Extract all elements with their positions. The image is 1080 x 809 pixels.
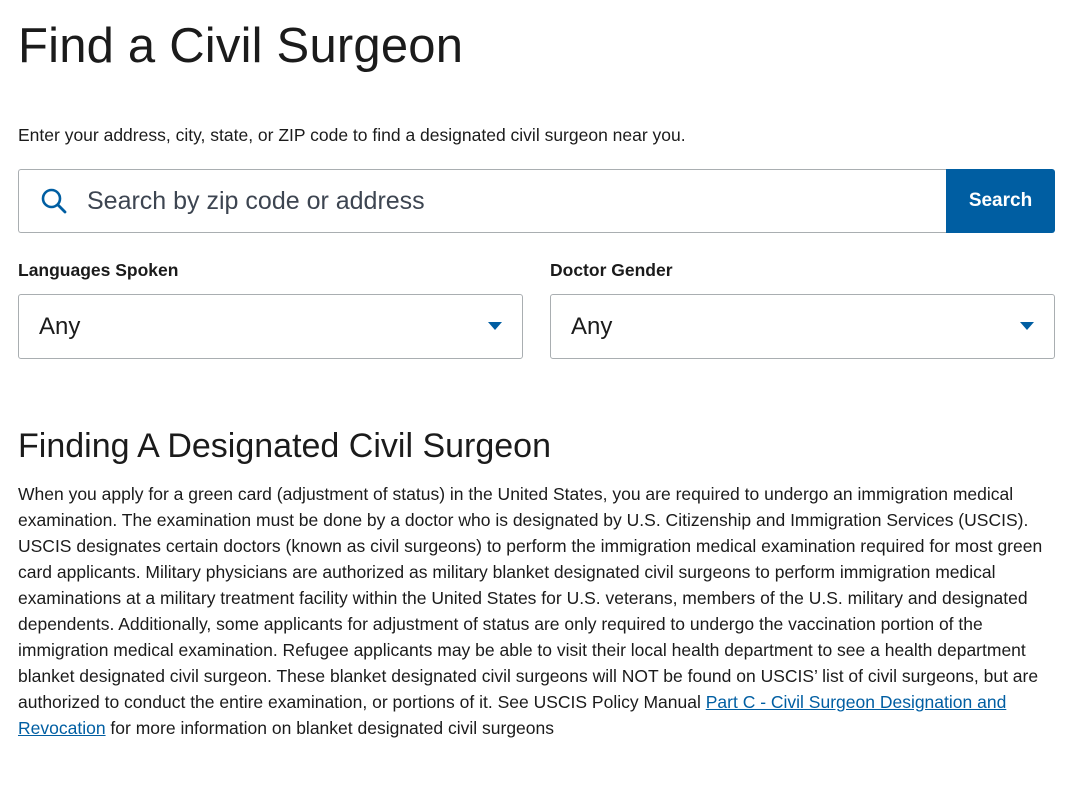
intro-text: Enter your address, city, state, or ZIP … [18, 125, 686, 145]
languages-select[interactable]: Any [18, 294, 523, 359]
chevron-down-icon [488, 322, 502, 330]
section-heading: Finding A Designated Civil Surgeon [18, 427, 551, 465]
languages-filter: Languages Spoken Any [18, 257, 523, 359]
search-icon [39, 186, 69, 216]
search-button[interactable]: Search [946, 169, 1055, 233]
search-field-container [18, 169, 946, 233]
gender-selected-value: Any [571, 312, 613, 340]
search-input[interactable] [85, 180, 946, 222]
body-text-end: for more information on blanket designat… [105, 718, 554, 738]
section-body: When you apply for a green card (adjustm… [18, 481, 1058, 741]
search-bar: Search [18, 169, 1055, 233]
languages-label: Languages Spoken [18, 260, 179, 280]
page-title: Find a Civil Surgeon [18, 19, 464, 73]
chevron-down-icon [1020, 322, 1034, 330]
body-text: When you apply for a green card (adjustm… [18, 484, 1043, 712]
gender-label: Doctor Gender [550, 260, 673, 280]
languages-selected-value: Any [39, 312, 81, 340]
gender-select[interactable]: Any [550, 294, 1055, 359]
gender-filter: Doctor Gender Any [550, 257, 1055, 359]
